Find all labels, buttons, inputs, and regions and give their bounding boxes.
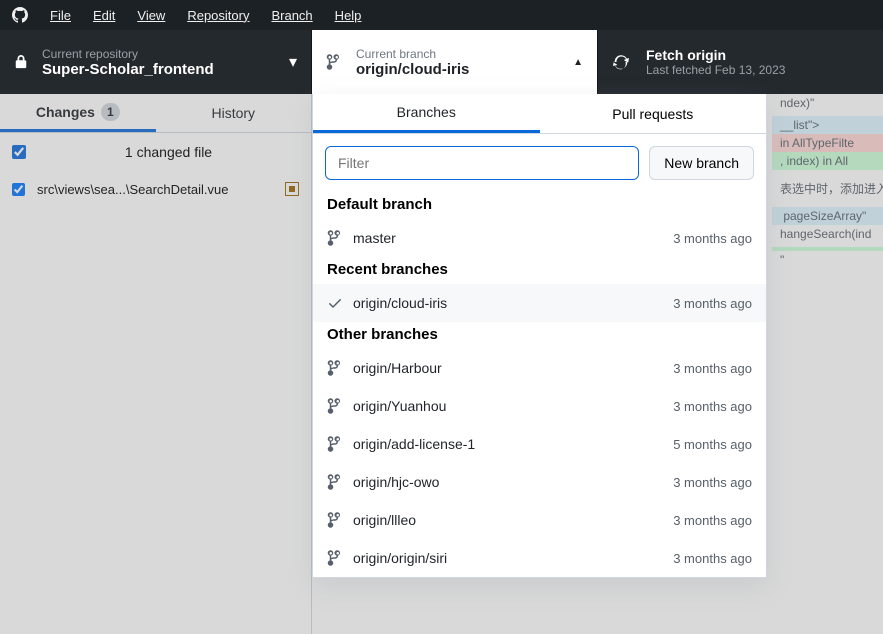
- branch-row[interactable]: origin/Yuanhou 3 months ago: [313, 387, 766, 425]
- branch-row[interactable]: origin/cloud-iris 3 months ago: [313, 284, 766, 322]
- git-branch-icon: [326, 54, 342, 70]
- branch-row[interactable]: origin/llleo 3 months ago: [313, 501, 766, 539]
- menu-file[interactable]: File: [50, 8, 71, 23]
- dropdown-tab-branches[interactable]: Branches: [313, 94, 540, 133]
- branch-row[interactable]: origin/origin/siri 3 months ago: [313, 539, 766, 577]
- branch-age: 3 months ago: [673, 361, 752, 376]
- section-recent-branches: Recent branches: [313, 257, 766, 284]
- menu-help[interactable]: Help: [335, 8, 362, 23]
- toolbar: Current repository Super-Scholar_fronten…: [0, 30, 883, 94]
- git-branch-icon: [327, 512, 343, 528]
- branch-dropdown: Branches Pull requests New branch Defaul…: [312, 94, 767, 578]
- menu-branch[interactable]: Branch: [271, 8, 312, 23]
- git-branch-icon: [327, 550, 343, 566]
- caret-up-icon: ▲: [573, 57, 583, 68]
- branch-age: 3 months ago: [673, 513, 752, 528]
- chevron-down-icon: ▾: [289, 52, 297, 72]
- branch-filter-input[interactable]: [325, 146, 639, 180]
- branch-row[interactable]: origin/Harbour 3 months ago: [313, 349, 766, 387]
- sync-icon: [612, 53, 630, 71]
- menu-view[interactable]: View: [137, 8, 165, 23]
- branch-age: 3 months ago: [673, 551, 752, 566]
- menu-repository[interactable]: Repository: [187, 8, 249, 23]
- branch-name: origin/hjc-owo: [353, 474, 439, 490]
- lock-icon: [14, 54, 28, 70]
- branch-name: origin/Harbour: [353, 360, 442, 376]
- menubar: File Edit View Repository Branch Help: [0, 0, 883, 30]
- git-branch-icon: [327, 230, 343, 246]
- branch-age: 3 months ago: [673, 399, 752, 414]
- branch-age: 3 months ago: [673, 231, 752, 246]
- branch-name: master: [353, 230, 396, 246]
- repo-name: Super-Scholar_frontend: [42, 61, 275, 78]
- current-repository-selector[interactable]: Current repository Super-Scholar_fronten…: [0, 30, 312, 94]
- branch-age: 3 months ago: [673, 296, 752, 311]
- git-branch-icon: [327, 398, 343, 414]
- section-other-branches: Other branches: [313, 322, 766, 349]
- git-branch-icon: [327, 436, 343, 452]
- fetch-subtext: Last fetched Feb 13, 2023: [646, 63, 785, 77]
- repo-sublabel: Current repository: [42, 47, 275, 61]
- branch-row[interactable]: origin/add-license-1 5 months ago: [313, 425, 766, 463]
- git-branch-icon: [327, 474, 343, 490]
- branch-sublabel: Current branch: [356, 47, 559, 61]
- section-default-branch: Default branch: [313, 192, 766, 219]
- fetch-label: Fetch origin: [646, 47, 785, 63]
- branch-age: 5 months ago: [673, 437, 752, 452]
- check-icon: [327, 295, 343, 311]
- branch-row[interactable]: origin/hjc-owo 3 months ago: [313, 463, 766, 501]
- branch-row[interactable]: master 3 months ago: [313, 219, 766, 257]
- branch-name: origin/cloud-iris: [356, 61, 559, 78]
- branch-age: 3 months ago: [673, 475, 752, 490]
- git-branch-icon: [327, 360, 343, 376]
- branch-name: origin/origin/siri: [353, 550, 447, 566]
- branch-name: origin/add-license-1: [353, 436, 475, 452]
- current-branch-selector[interactable]: Current branch origin/cloud-iris ▲: [312, 30, 598, 94]
- branch-name: origin/llleo: [353, 512, 416, 528]
- branch-name: origin/cloud-iris: [353, 295, 447, 311]
- github-logo-icon: [12, 7, 28, 23]
- branch-name: origin/Yuanhou: [353, 398, 446, 414]
- menu-edit[interactable]: Edit: [93, 8, 115, 23]
- new-branch-button[interactable]: New branch: [649, 146, 754, 180]
- dropdown-tab-pull-requests[interactable]: Pull requests: [540, 94, 767, 133]
- fetch-origin-button[interactable]: Fetch origin Last fetched Feb 13, 2023: [598, 30, 883, 94]
